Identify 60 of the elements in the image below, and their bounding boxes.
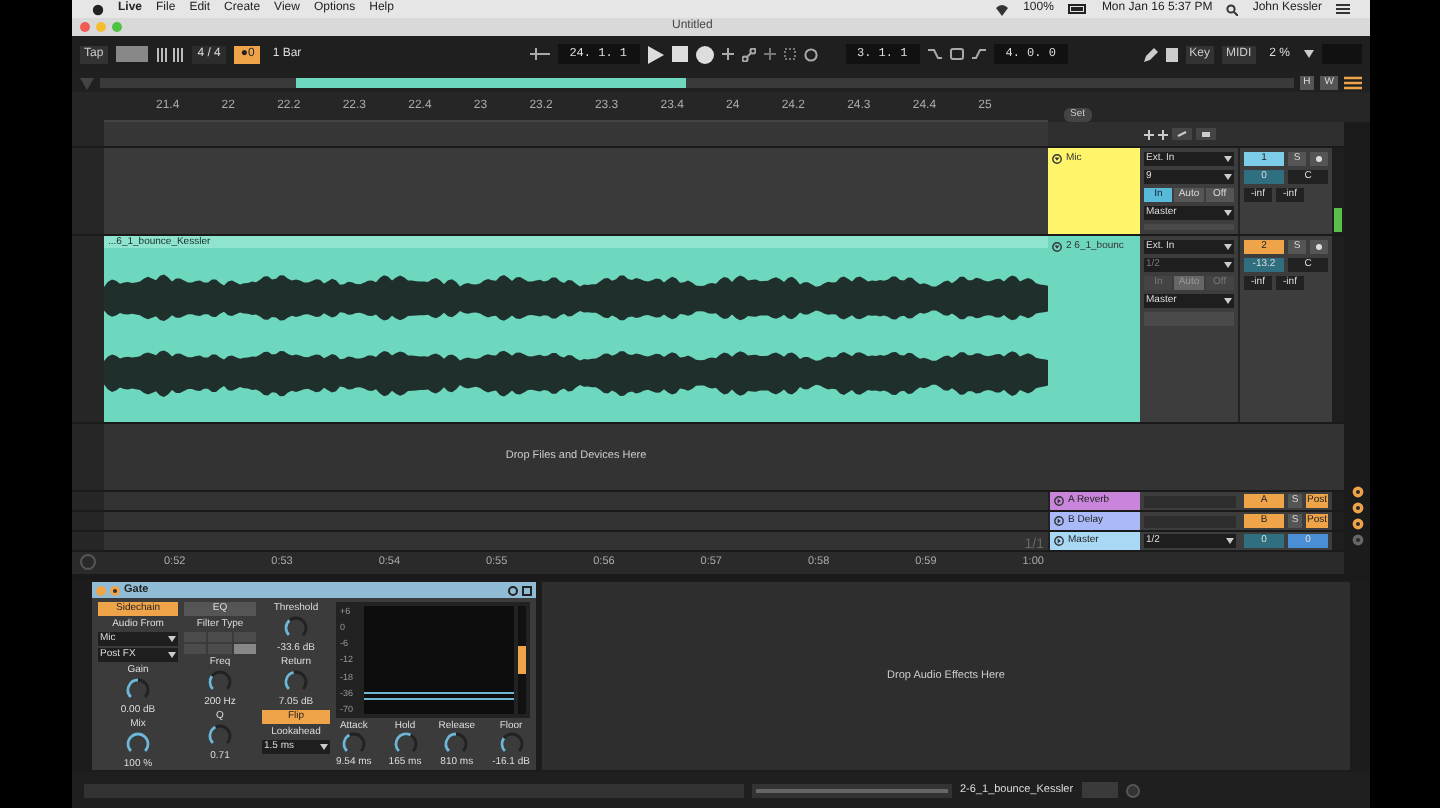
caret-icon[interactable] — [168, 636, 176, 642]
arm-button[interactable] — [1310, 152, 1328, 166]
pencil-icon[interactable] — [1143, 47, 1158, 61]
knob[interactable] — [208, 670, 232, 694]
record-button[interactable] — [695, 45, 713, 63]
knob[interactable] — [393, 732, 417, 756]
capture-icon[interactable] — [783, 48, 795, 60]
knob[interactable] — [284, 616, 308, 640]
arm-button[interactable] — [1310, 240, 1328, 254]
knob[interactable] — [284, 670, 308, 694]
automation-icon[interactable] — [741, 47, 755, 61]
menu-icon[interactable] — [1336, 4, 1350, 14]
caret-icon[interactable] — [168, 652, 176, 658]
knob[interactable] — [126, 732, 150, 756]
add-icon[interactable] — [1144, 129, 1154, 139]
caret-icon[interactable] — [1224, 262, 1232, 268]
computer-keyboard-icon[interactable] — [1165, 47, 1178, 61]
filter-shape-button[interactable] — [233, 644, 256, 654]
midi-display — [1081, 782, 1118, 798]
add-icon[interactable] — [721, 48, 733, 60]
track-fold-icon[interactable] — [1052, 154, 1062, 165]
knob[interactable] — [126, 678, 150, 702]
knob[interactable] — [499, 732, 524, 756]
knob[interactable] — [341, 732, 366, 756]
settings-icon[interactable] — [508, 585, 518, 595]
save-icon[interactable] — [522, 585, 532, 595]
add-icon[interactable] — [1158, 129, 1168, 139]
caret-icon[interactable] — [1224, 174, 1232, 180]
device-power-icon[interactable] — [110, 585, 120, 595]
caret-icon[interactable] — [320, 744, 328, 750]
play-button[interactable] — [647, 45, 663, 63]
output-field[interactable] — [1144, 515, 1236, 527]
caret-icon[interactable] — [1224, 244, 1232, 250]
caret-icon[interactable] — [1226, 538, 1234, 544]
record-arm-icon — [1316, 156, 1322, 162]
search-icon[interactable] — [1226, 3, 1239, 15]
track-fold-icon[interactable] — [1052, 242, 1062, 253]
caret-icon[interactable] — [1224, 156, 1232, 162]
loop-icon[interactable] — [803, 47, 817, 61]
record-arm-icon — [1316, 244, 1322, 250]
punch-out-icon[interactable] — [971, 48, 986, 60]
menu-icon[interactable] — [1344, 75, 1362, 89]
caret-icon[interactable] — [1224, 210, 1232, 216]
nudge-icon[interactable] — [155, 47, 184, 61]
output-field[interactable] — [1144, 495, 1236, 507]
punch-in-icon[interactable] — [927, 48, 942, 60]
folder-icon[interactable] — [1196, 128, 1216, 140]
battery-icon[interactable] — [1067, 4, 1088, 14]
loop-switch-icon[interactable] — [949, 48, 964, 60]
knob[interactable] — [444, 732, 469, 756]
caret-icon[interactable] — [1224, 298, 1232, 304]
overview-bar[interactable] — [100, 77, 1294, 87]
follow-icon[interactable] — [529, 48, 550, 60]
knob[interactable] — [208, 724, 232, 748]
expand-icon[interactable] — [1172, 128, 1192, 140]
nudge-button[interactable] — [115, 46, 148, 62]
wifi-icon[interactable] — [993, 3, 1010, 15]
add-icon[interactable] — [763, 48, 775, 60]
stop-button[interactable] — [671, 46, 687, 62]
caret-icon[interactable] — [1304, 50, 1314, 58]
